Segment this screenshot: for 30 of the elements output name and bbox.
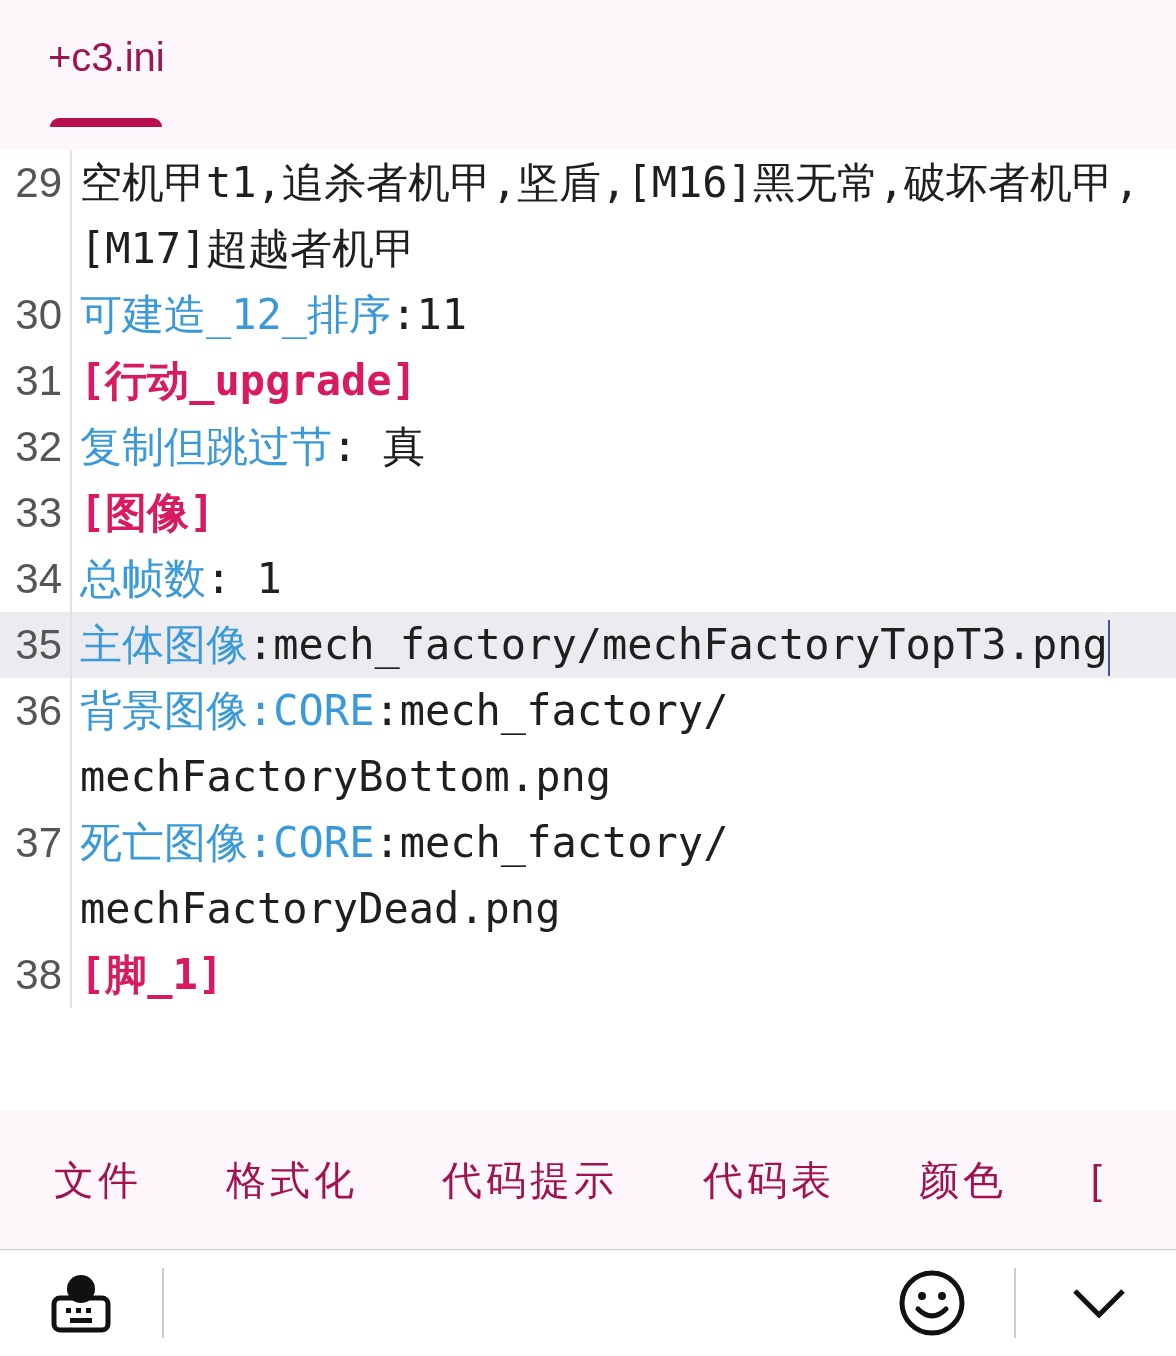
toolbar-button[interactable]: [ — [1090, 1149, 1106, 1210]
line-number: 32 — [0, 414, 72, 480]
line-number: 37 — [0, 810, 72, 942]
chevron-down-icon[interactable] — [1072, 1288, 1126, 1318]
code-line: 主体图像:mech_factory/mechFactoryTopT3.png — [72, 612, 1140, 678]
code-line: 可建造_12_排序:11 — [79, 289, 468, 341]
line-number: 35 — [0, 612, 72, 678]
line-number: 29 — [0, 150, 72, 282]
code-line: [行动_upgrade] — [79, 355, 418, 407]
toolbar-button[interactable]: 代码表 — [702, 1149, 835, 1210]
code-line: [图像] — [79, 487, 216, 539]
code-line: [脚_1] — [79, 949, 225, 1001]
smiley-icon[interactable] — [898, 1269, 966, 1337]
keyboard-globe-icon[interactable] — [50, 1272, 112, 1334]
toolbar-button[interactable]: 文件 — [54, 1149, 142, 1210]
code-line: 空机甲t1,追杀者机甲,坚盾,[M16]黑无常,破坏者机甲,[M17]超越者机甲 — [79, 157, 1141, 275]
line-number: 33 — [0, 480, 72, 546]
line-number: 31 — [0, 348, 72, 414]
toolbar-button[interactable]: 格式化 — [226, 1149, 359, 1210]
code-line: 复制但跳过节: 真 — [79, 421, 426, 473]
toolbar-button[interactable]: 代码提示 — [442, 1149, 619, 1210]
file-tab[interactable]: +c3.ini — [48, 32, 165, 127]
toolbar-button[interactable]: 颜色 — [918, 1149, 1007, 1210]
line-number: 30 — [0, 282, 72, 348]
line-number: 38 — [0, 942, 72, 1008]
line-number: 36 — [0, 678, 72, 810]
code-line: 背景图像:CORE:mech_factory/mechFactoryBottom.png — [79, 685, 730, 803]
text-cursor — [1107, 619, 1110, 676]
code-line: 死亡图像:CORE:mech_factory/mechFactoryDead.png — [79, 817, 730, 935]
code-line: 总帧数: 1 — [79, 553, 283, 605]
